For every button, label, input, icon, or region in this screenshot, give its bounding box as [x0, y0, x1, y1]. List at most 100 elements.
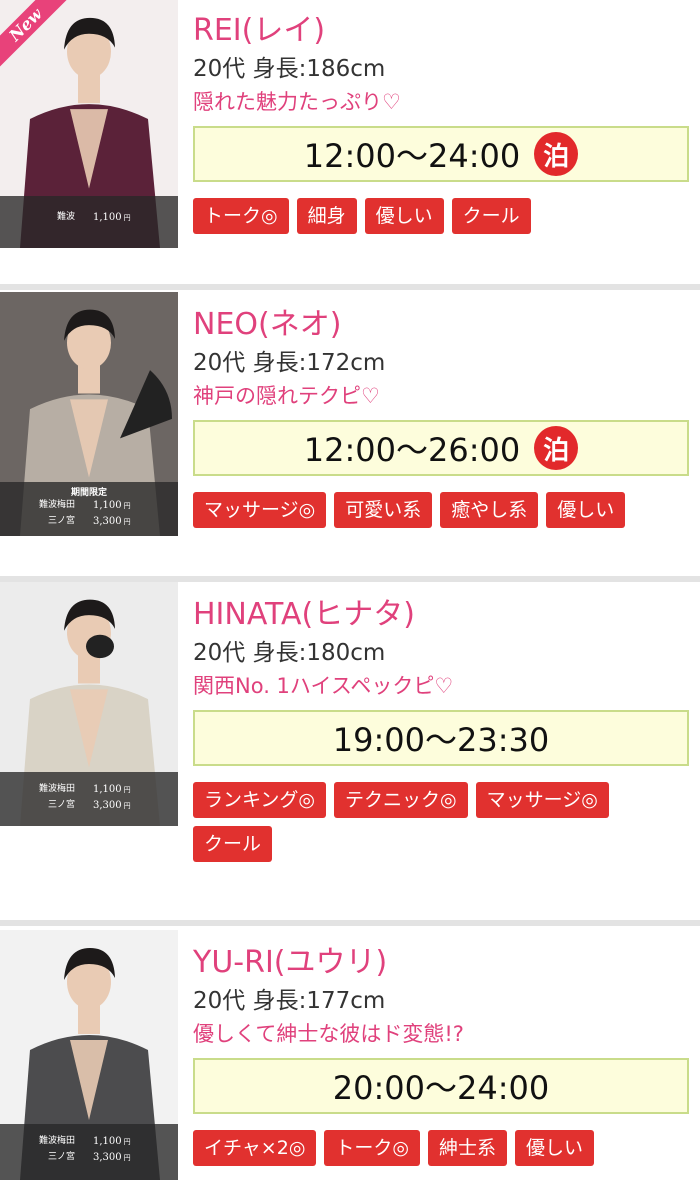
overnight-badge: 泊: [534, 132, 579, 176]
cast-name[interactable]: NEO(ネオ): [193, 306, 693, 344]
card-divider: [0, 268, 700, 290]
cast-tags: マッサージ◎ 可愛い系 癒やし系 優しい: [193, 492, 693, 528]
cast-tags: イチャ×2◎ トーク◎ 紳士系 優しい: [193, 1130, 693, 1166]
cast-age: 20代: [193, 56, 246, 82]
card-divider: [0, 572, 700, 582]
cast-name[interactable]: REI(レイ): [193, 12, 693, 50]
price-area: 三ノ宮: [47, 1152, 75, 1162]
work-hours-box: 19:00〜23:30: [193, 710, 689, 766]
cast-profile: 20代 身長:180cm: [193, 638, 693, 668]
cast-age: 20代: [193, 988, 246, 1014]
cast-height: 身長:186cm: [252, 56, 386, 82]
price-unit: 円: [123, 1138, 131, 1146]
cast-tag[interactable]: 可愛い系: [334, 492, 433, 528]
cast-catchphrase: 神戸の隠れテクピ♡: [193, 384, 380, 408]
cast-name[interactable]: YU-RI(ユウリ): [193, 944, 693, 982]
cast-profile: 20代 身長:177cm: [193, 986, 693, 1016]
cast-height: 身長:172cm: [252, 350, 386, 376]
cast-tag[interactable]: 細身: [296, 198, 357, 234]
price-box: 期間限定 難波梅田 1,100 円三ノ宮 3,300 円: [0, 482, 178, 536]
cast-tag[interactable]: トーク◎: [193, 198, 289, 234]
price-box: 難波 1,100 円: [0, 196, 178, 248]
cast-catchphrase: 優しくて紳士な彼はド変態!?: [193, 1022, 464, 1046]
cast-card[interactable]: New 難波 1,100 円 REI(レイ) 20代 身長:186cm 隠れた魅力たっぷり♡…: [0, 0, 700, 268]
price-unit: 円: [123, 518, 131, 526]
cast-tag[interactable]: ランキング◎: [193, 782, 327, 818]
cast-tag[interactable]: イチャ×2◎: [193, 1130, 317, 1166]
cast-age: 20代: [193, 640, 246, 666]
work-hours-box: 12:00〜24:00 泊: [193, 126, 689, 182]
price-box: 難波梅田 1,100 円三ノ宮 3,300 円: [0, 1124, 178, 1180]
price-amount: 1,100 円: [93, 1134, 153, 1150]
cast-tag[interactable]: 癒やし系: [440, 492, 539, 528]
price-amount: 1,100 円: [93, 210, 153, 226]
price-row: 三ノ宮 3,300 円: [0, 1150, 178, 1166]
price-unit: 円: [123, 502, 131, 510]
price-amount: 1,100 円: [93, 498, 153, 514]
cast-photo[interactable]: 難波梅田 1,100 円三ノ宮 3,300 円: [0, 582, 178, 826]
price-area: 難波梅田: [38, 500, 75, 510]
price-box: 難波梅田 1,100 円三ノ宮 3,300 円: [0, 772, 178, 826]
cast-info: HINATA(ヒナタ) 20代 身長:180cm 関西No. 1ハイスペックピ♡ 19…: [193, 596, 693, 862]
cast-tag[interactable]: クール: [451, 198, 531, 234]
price-value: 1,100: [93, 212, 122, 223]
price-area: 難波: [56, 212, 75, 222]
cast-tags: ランキング◎ テクニック◎ マッサージ◎ クール: [193, 782, 653, 862]
price-amount: 3,300 円: [93, 514, 153, 530]
cast-height: 身長:180cm: [252, 640, 386, 666]
limited-label: 期間限定: [70, 488, 107, 498]
cast-height: 身長:177cm: [252, 988, 386, 1014]
card-divider: [0, 908, 700, 926]
cast-info: NEO(ネオ) 20代 身長:172cm 神戸の隠れテクピ♡ 12:00〜26:00 泊…: [193, 306, 693, 528]
cast-name[interactable]: HINATA(ヒナタ): [193, 596, 693, 634]
price-row: 難波梅田 1,100 円: [0, 1134, 178, 1150]
cast-tag[interactable]: 優しい: [515, 1130, 595, 1166]
cast-tags: トーク◎ 細身 優しい クール: [193, 198, 693, 234]
cast-info: YU-RI(ユウリ) 20代 身長:177cm 優しくて紳士な彼はド変態!? 20:0…: [193, 944, 693, 1166]
cast-tag[interactable]: マッサージ◎: [475, 782, 609, 818]
overnight-badge: 泊: [534, 426, 579, 470]
price-unit: 円: [123, 1154, 131, 1162]
price-value: 3,300: [93, 1152, 122, 1163]
price-row: 難波梅田 1,100 円: [0, 782, 178, 798]
cast-tag[interactable]: クール: [193, 826, 273, 862]
cast-age: 20代: [193, 350, 246, 376]
work-hours: 19:00〜23:30: [332, 721, 550, 759]
price-unit: 円: [123, 214, 131, 222]
cast-tag[interactable]: 優しい: [364, 198, 444, 234]
cast-profile: 20代 身長:186cm: [193, 54, 693, 84]
cast-photo[interactable]: 期間限定 難波梅田 1,100 円三ノ宮 3,300 円: [0, 292, 178, 536]
work-hours: 20:00〜24:00: [332, 1069, 550, 1107]
cast-tag[interactable]: 優しい: [546, 492, 626, 528]
price-row: 難波 1,100 円: [0, 210, 178, 226]
cast-tag[interactable]: テクニック◎: [334, 782, 468, 818]
price-row: 三ノ宮 3,300 円: [0, 798, 178, 814]
work-hours-box: 20:00〜24:00: [193, 1058, 689, 1114]
cast-info: REI(レイ) 20代 身長:186cm 隠れた魅力たっぷり♡ 12:00〜24:00…: [193, 12, 693, 234]
price-amount: 3,300 円: [93, 798, 153, 814]
price-value: 3,300: [93, 516, 122, 527]
price-unit: 円: [123, 802, 131, 810]
price-amount: 1,100 円: [93, 782, 153, 798]
cast-catchphrase: 隠れた魅力たっぷり♡: [193, 90, 401, 114]
price-value: 1,100: [93, 784, 122, 795]
cast-photo[interactable]: New 難波 1,100 円: [0, 0, 178, 248]
price-area: 難波梅田: [38, 1136, 75, 1146]
price-amount: 3,300 円: [93, 1150, 153, 1166]
price-value: 1,100: [93, 500, 122, 511]
price-area: 三ノ宮: [47, 516, 75, 526]
cast-photo[interactable]: 難波梅田 1,100 円三ノ宮 3,300 円: [0, 930, 178, 1180]
cast-catchphrase: 関西No. 1ハイスペックピ♡: [193, 674, 454, 698]
cast-card[interactable]: 難波梅田 1,100 円三ノ宮 3,300 円 HINATA(ヒナタ) 20代 身長:180…: [0, 582, 700, 904]
cast-list: New 難波 1,100 円 REI(レイ) 20代 身長:186cm 隠れた魅力たっぷり♡…: [0, 0, 700, 1200]
price-area: 三ノ宮: [47, 800, 75, 810]
price-value: 1,100: [93, 1136, 122, 1147]
cast-profile: 20代 身長:172cm: [193, 348, 693, 378]
price-value: 3,300: [93, 800, 122, 811]
cast-card[interactable]: 期間限定 難波梅田 1,100 円三ノ宮 3,300 円 NEO(ネオ) 20代 身長:172…: [0, 292, 700, 554]
cast-card[interactable]: 難波梅田 1,100 円三ノ宮 3,300 円 YU-RI(ユウリ) 20代 身長:177c…: [0, 930, 700, 1200]
cast-tag[interactable]: マッサージ◎: [193, 492, 327, 528]
cast-tag[interactable]: トーク◎: [324, 1130, 420, 1166]
work-hours: 12:00〜24:00: [303, 137, 521, 175]
cast-tag[interactable]: 紳士系: [428, 1130, 508, 1166]
